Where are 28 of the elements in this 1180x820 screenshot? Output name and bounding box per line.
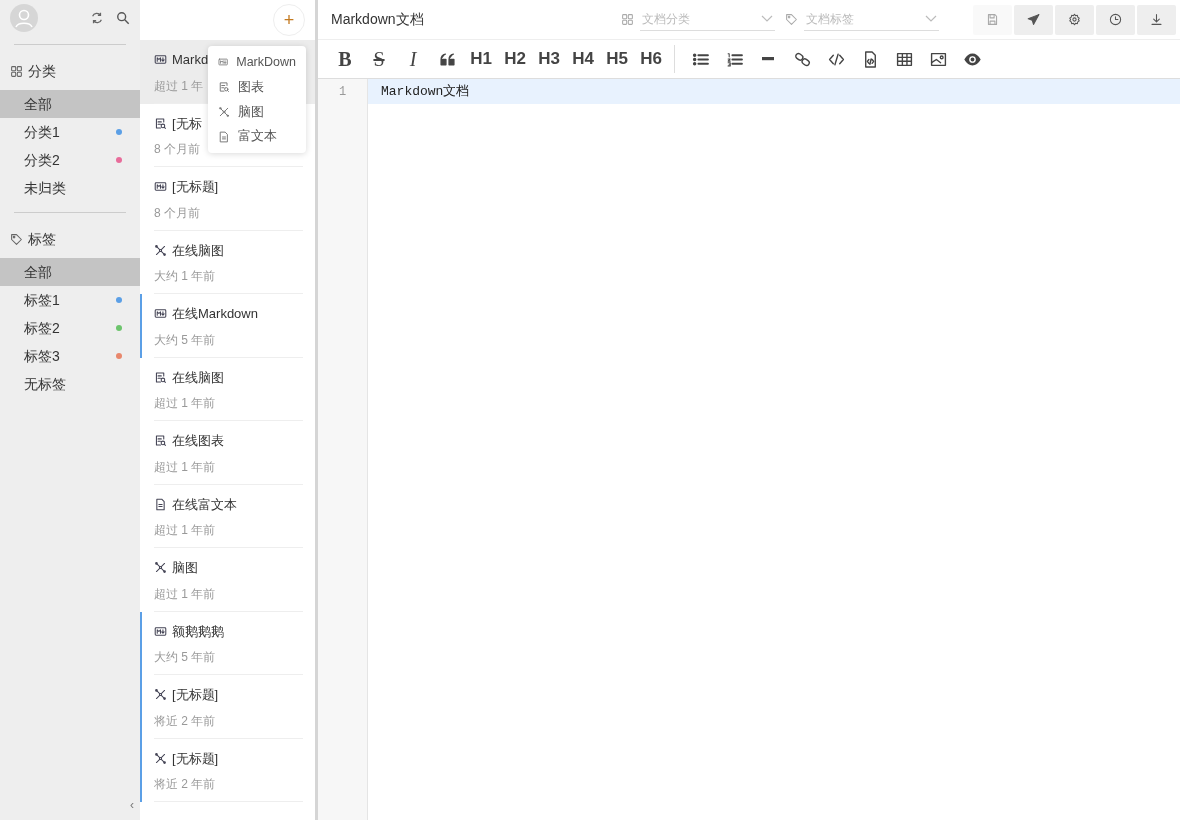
document-title: 在线脑图 xyxy=(172,241,224,260)
line-number: 1 xyxy=(337,83,348,101)
document-title: 在线富文本 xyxy=(172,495,237,514)
document-title: [无标题] xyxy=(172,178,219,196)
document-time: 超过 1 年前 xyxy=(154,395,216,412)
document-title: [无标题] xyxy=(172,686,219,704)
document-time: 大约 1 年前 xyxy=(154,268,216,285)
section-title: 分类 xyxy=(28,62,56,81)
document-time: 大约 5 年前 xyxy=(154,649,216,666)
document-time: 将近 2 年前 xyxy=(154,712,216,730)
document-title: 脑图 xyxy=(172,559,198,577)
document-time: 超过 1 年前 xyxy=(154,585,216,603)
document-time: 超过 1 年前 xyxy=(154,522,216,539)
document-title: 在线图表 xyxy=(172,432,224,450)
document-time: 8 个月前 xyxy=(154,141,200,158)
section-title: 标签 xyxy=(28,230,56,249)
document-title: Markdown文档 xyxy=(331,10,425,29)
document-time: 大约 5 年前 xyxy=(154,331,216,349)
document-title: 额鹅鹅鹅 xyxy=(172,622,224,641)
document-time: 将近 2 年前 xyxy=(154,776,216,793)
document-time: 超过 1 年前 xyxy=(154,458,216,476)
document-title: Markd xyxy=(172,51,209,69)
document-title: 在线Markdown xyxy=(172,305,258,323)
document-time: 超过 1 年 xyxy=(154,77,204,95)
document-title: [无标 xyxy=(172,114,202,133)
document-title: 在线脑图 xyxy=(172,368,224,387)
document-time: 8 个月前 xyxy=(154,204,200,222)
document-title: [无标题] xyxy=(172,749,219,768)
